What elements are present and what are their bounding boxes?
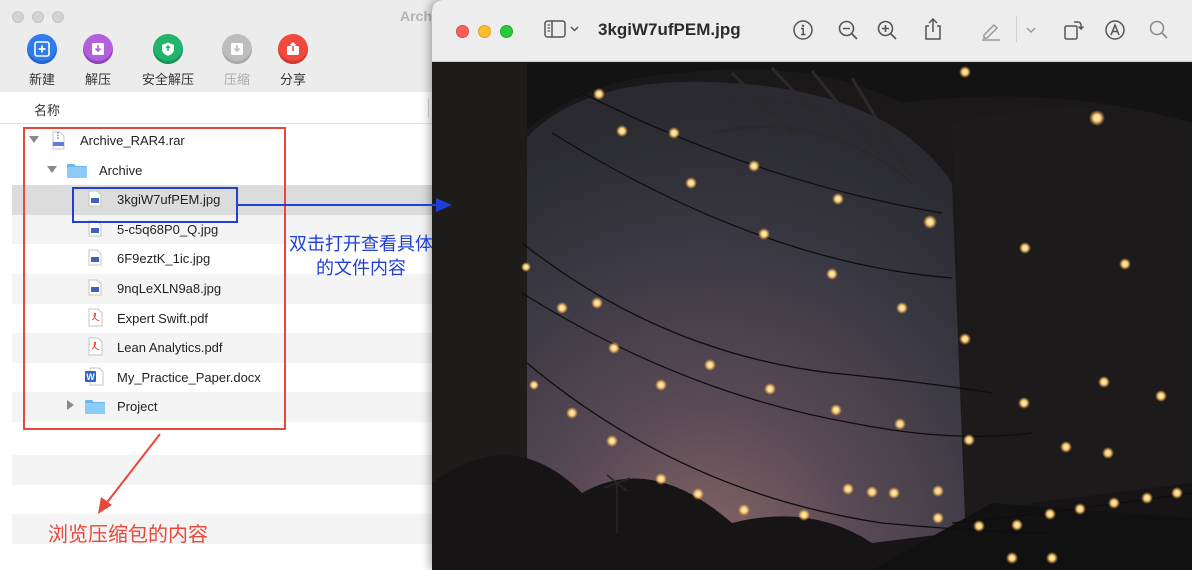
red-arrow-line [104, 433, 161, 506]
annotation-arrows [98, 198, 452, 514]
blue-arrow-head [436, 198, 452, 212]
